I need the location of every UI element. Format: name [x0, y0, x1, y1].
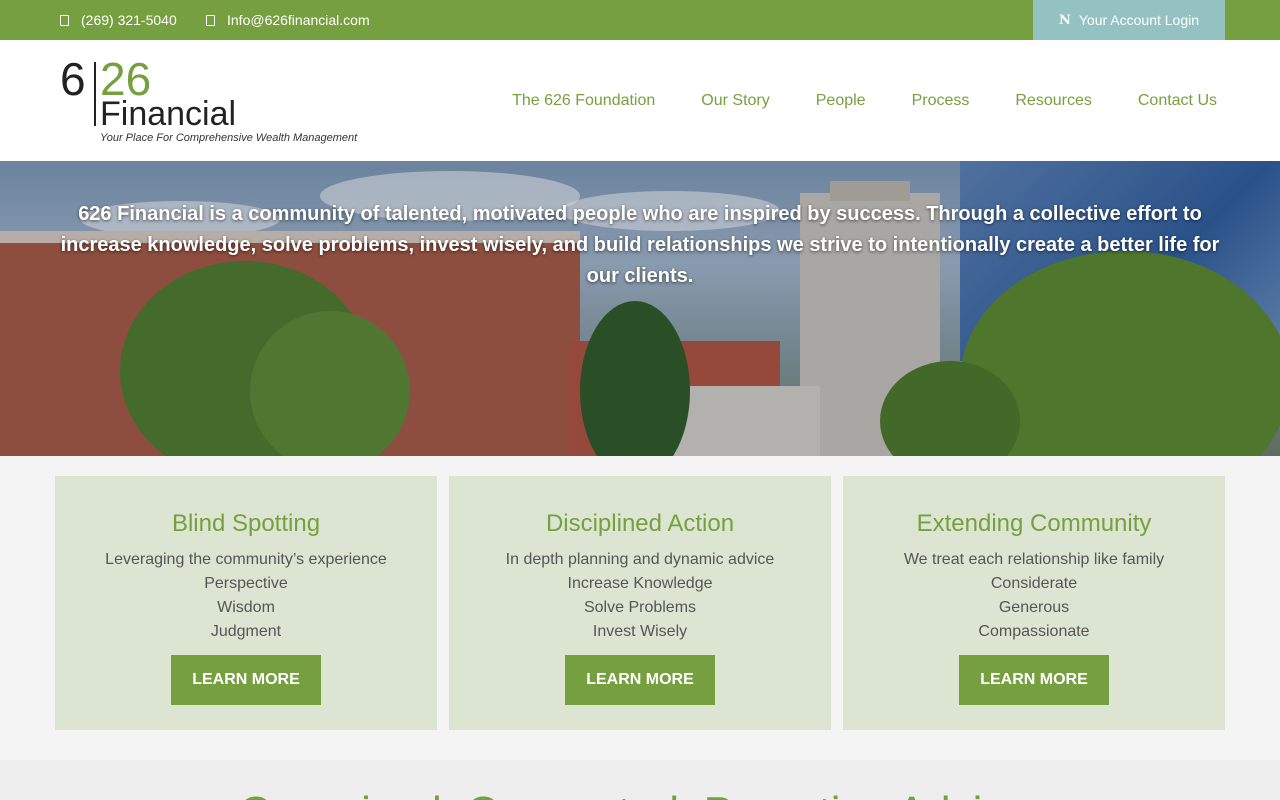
- card-line: Judgment: [210, 623, 282, 640]
- card-blind-spotting: Blind Spotting Leveraging the community’…: [55, 476, 437, 730]
- phone-icon: [60, 14, 69, 26]
- top-bar: (269) 321-5040 Info@626financial.com N Y…: [0, 0, 1280, 40]
- site-logo[interactable]: 6 26 Financial Your Place For Comprehens…: [60, 53, 360, 154]
- bottom-section: Organized. Connected. Proactive Advice.: [0, 760, 1280, 800]
- learn-more-button[interactable]: LEARN MORE: [565, 655, 715, 705]
- email-link[interactable]: Info@626financial.com: [206, 12, 370, 28]
- card-line: Compassionate: [978, 623, 1090, 640]
- logo-financial: Financial: [100, 95, 237, 133]
- card-lines: In depth planning and dynamic advice Inc…: [449, 548, 831, 644]
- card-line: We treat each relationship like family: [903, 551, 1165, 568]
- nav-item-contact-us[interactable]: Contact Us: [1138, 92, 1217, 110]
- card-disciplined-action: Disciplined Action In depth planning and…: [449, 476, 831, 730]
- card-line: In depth planning and dynamic advice: [505, 551, 775, 568]
- site-header: 6 26 Financial Your Place For Comprehens…: [0, 40, 1280, 161]
- learn-more-button[interactable]: LEARN MORE: [171, 655, 321, 705]
- card-title: Blind Spotting: [171, 510, 321, 537]
- card-line: Solve Problems: [583, 599, 697, 616]
- nav-item-process[interactable]: Process: [912, 92, 970, 110]
- main-nav: The 626 Foundation Our Story People Proc…: [512, 92, 1217, 110]
- card-title: Disciplined Action: [545, 510, 735, 537]
- account-login-button[interactable]: N Your Account Login: [1033, 0, 1225, 40]
- card-line: Perspective: [204, 575, 288, 592]
- email-address: Info@626financial.com: [227, 12, 370, 28]
- nav-item-resources[interactable]: Resources: [1015, 92, 1091, 110]
- nav-item-foundation[interactable]: The 626 Foundation: [512, 92, 655, 110]
- section-heading: Organized. Connected. Proactive Advice.: [0, 788, 1280, 800]
- account-login-label: Your Account Login: [1078, 12, 1200, 28]
- card-line: Leveraging the community’s experience: [105, 551, 387, 568]
- card-line: Considerate: [990, 575, 1078, 592]
- email-icon: [206, 14, 215, 26]
- card-line: Wisdom: [217, 599, 275, 616]
- logo-six: 6: [60, 53, 86, 105]
- card-extending-community: Extending Community We treat each relati…: [843, 476, 1225, 730]
- logo-divider: [94, 62, 96, 126]
- phone-link[interactable]: (269) 321-5040: [60, 12, 177, 28]
- learn-more-button[interactable]: LEARN MORE: [959, 655, 1109, 705]
- card-title: Extending Community: [916, 510, 1152, 537]
- card-line: Generous: [998, 599, 1070, 616]
- hero-mission-text: 626 Financial is a community of talented…: [60, 203, 1220, 287]
- phone-number: (269) 321-5040: [81, 12, 177, 28]
- hero-banner: 626 Financial is a community of talented…: [0, 161, 1280, 456]
- logo-tagline: Your Place For Comprehensive Wealth Mana…: [100, 132, 358, 144]
- card-lines: Leveraging the community’s experience Pe…: [55, 548, 437, 644]
- card-lines: We treat each relationship like family C…: [843, 548, 1225, 644]
- card-line: Increase Knowledge: [567, 575, 713, 592]
- nav-item-our-story[interactable]: Our Story: [701, 92, 769, 110]
- card-line: Invest Wisely: [592, 623, 688, 640]
- feature-cards: Blind Spotting Leveraging the community’…: [55, 476, 1225, 730]
- account-icon: N: [1058, 12, 1071, 28]
- nav-item-people[interactable]: People: [816, 92, 866, 110]
